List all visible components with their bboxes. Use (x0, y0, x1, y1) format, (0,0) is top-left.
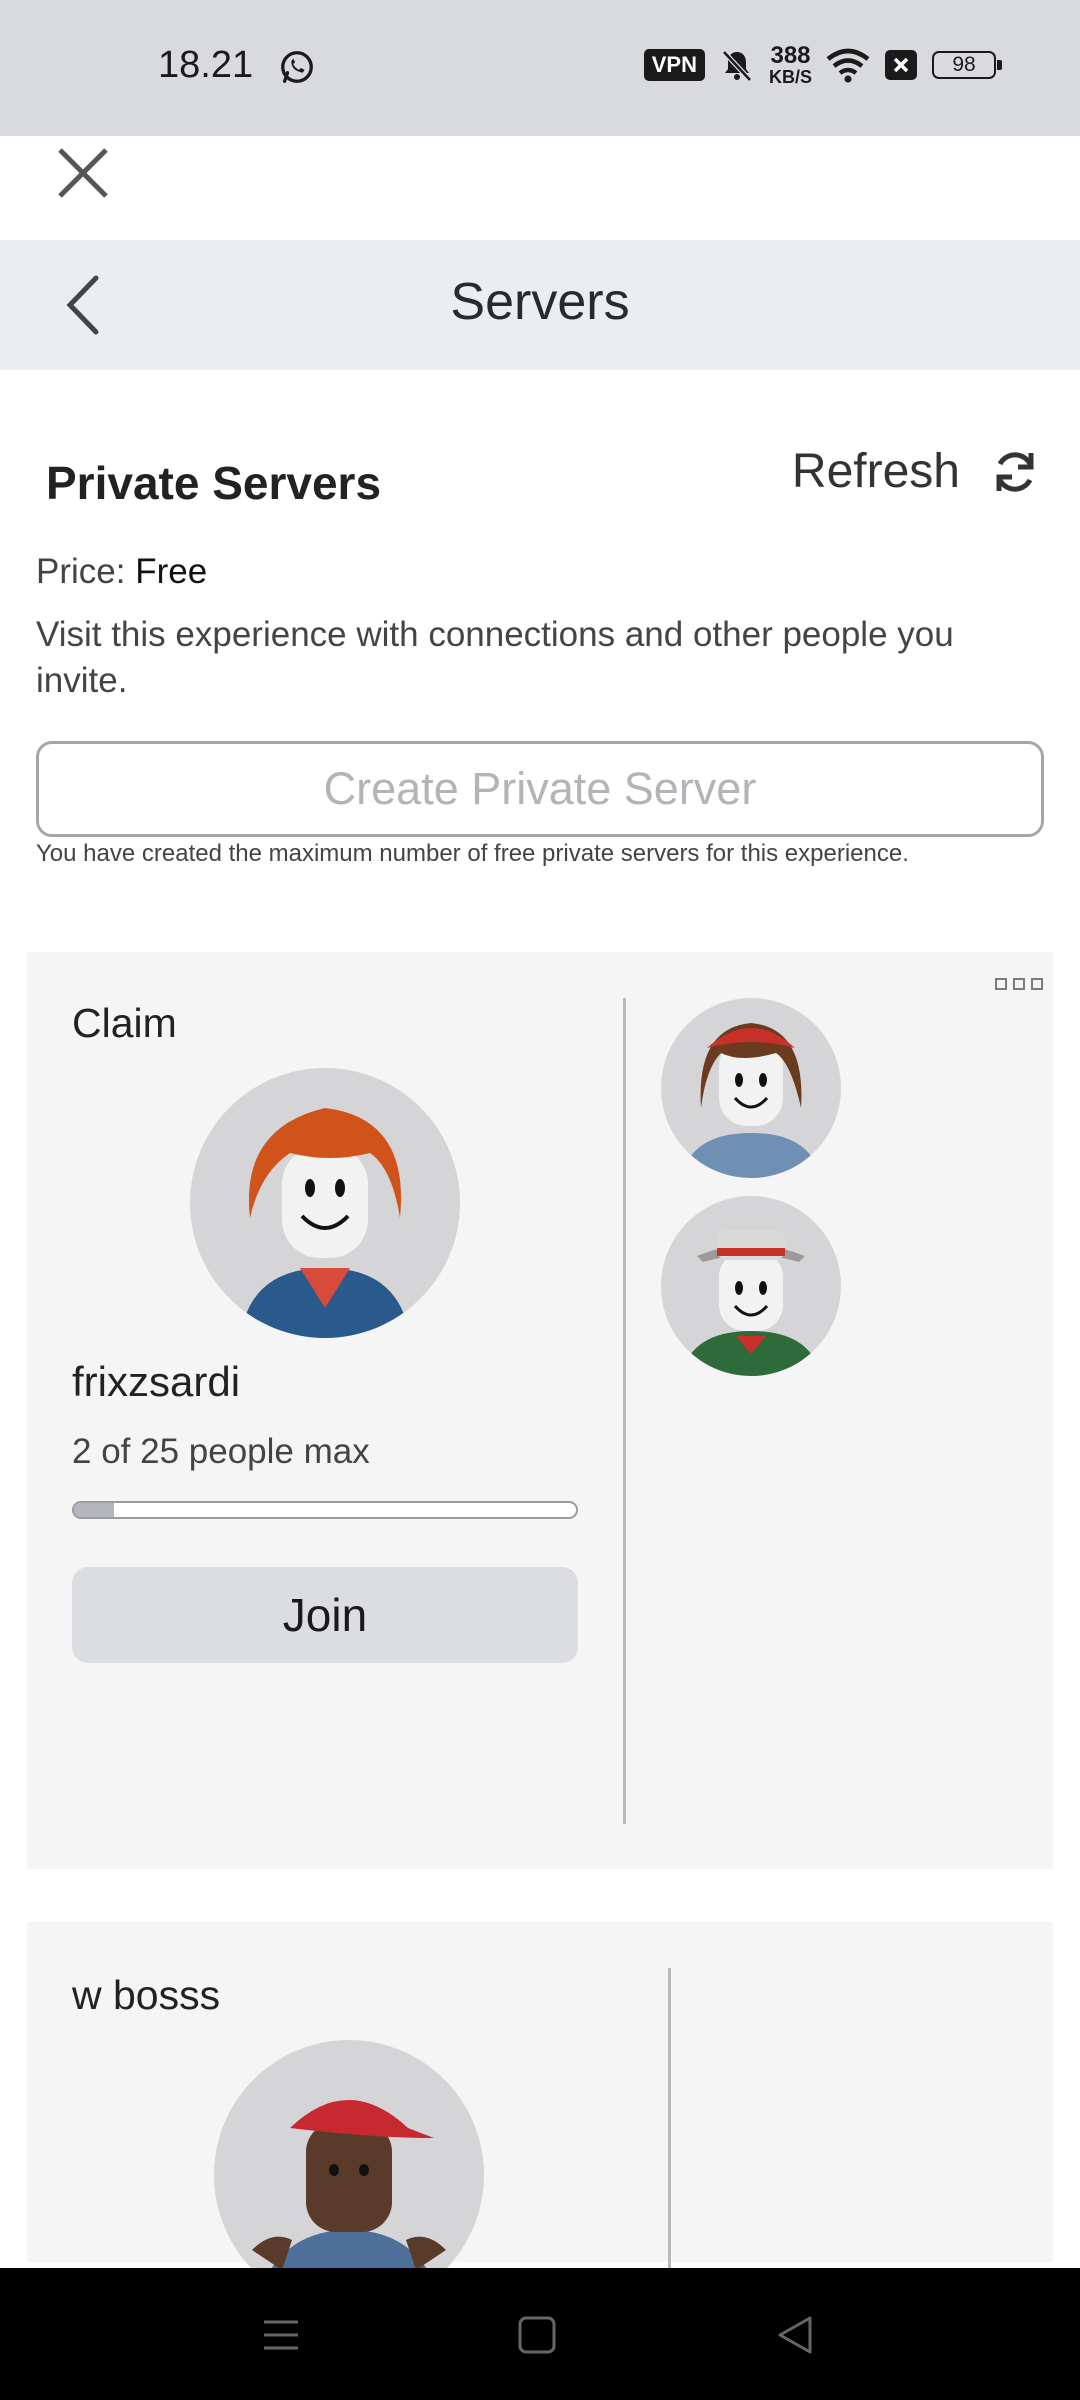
capacity-progress-fill (74, 1503, 115, 1517)
status-bar: 18.21 VPN 388 KB/S 98 (0, 0, 1080, 198)
player-avatar[interactable] (661, 998, 841, 1178)
player-avatar[interactable] (661, 1196, 841, 1376)
vpn-badge: VPN (643, 49, 705, 81)
more-options-icon[interactable] (995, 978, 1043, 990)
card-divider (623, 998, 626, 1824)
no-sim-icon (885, 50, 917, 80)
owner-avatar (190, 1068, 460, 1338)
network-speed: 388 KB/S (768, 42, 812, 87)
capacity-text: 2 of 25 people max (72, 1432, 370, 1471)
home-icon[interactable] (514, 2312, 560, 2358)
server-name: Claim (72, 1000, 177, 1046)
capacity-progress-bar (72, 1501, 578, 1519)
server-card: w bosss (27, 1922, 1053, 2310)
refresh-label: Refresh (791, 445, 960, 498)
status-time: 18.21 (158, 44, 254, 86)
speed-value: 388 (770, 42, 811, 69)
back-nav-icon[interactable] (772, 2312, 818, 2358)
price-line: Price: Free (36, 552, 207, 592)
speed-unit: KB/S (768, 67, 812, 87)
system-nav-bar (0, 2268, 1080, 2400)
page-title: Servers (450, 273, 630, 331)
page-header: Servers (0, 240, 1080, 370)
close-icon[interactable] (52, 142, 114, 204)
create-private-server-button[interactable]: Create Private Server (36, 741, 1044, 837)
max-servers-note: You have created the maximum number of f… (36, 840, 909, 867)
wifi-icon (826, 48, 870, 83)
battery-indicator: 98 (932, 51, 1002, 79)
owner-name: frixzsardi (72, 1358, 241, 1405)
join-button[interactable]: Join (72, 1567, 578, 1663)
price-label: Price: (36, 552, 126, 591)
refresh-icon (996, 451, 1034, 492)
price-value: Free (135, 552, 208, 591)
status-icons: VPN 388 KB/S 98 (643, 42, 1002, 87)
refresh-button[interactable]: Refresh (792, 444, 1040, 499)
card-divider (668, 1968, 671, 2288)
whatsapp-icon (281, 51, 313, 83)
private-server-description: Visit this experience with connections a… (36, 615, 954, 700)
server-card: Claim frixzsardi 2 of 25 people max Join (27, 952, 1053, 1869)
mute-icon (722, 50, 752, 82)
section-title: Private Servers (46, 457, 382, 509)
server-name: w bosss (72, 1972, 221, 2018)
menu-icon[interactable] (258, 2312, 304, 2358)
